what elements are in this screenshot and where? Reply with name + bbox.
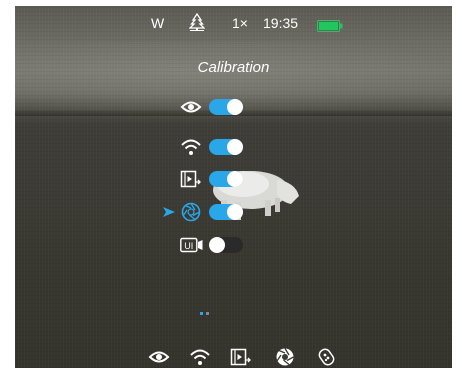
eye-icon [180, 97, 202, 117]
menu-item-video[interactable] [180, 169, 250, 189]
calibration-toggle[interactable] [209, 204, 243, 220]
bottom-status-icons [15, 347, 452, 367]
menu-item-display[interactable] [180, 97, 250, 117]
tree-icon [188, 12, 206, 34]
menu-item-wifi[interactable] [180, 137, 250, 157]
page-dot [206, 312, 209, 315]
video-record-icon [230, 347, 252, 367]
toggle-knob [227, 204, 243, 220]
video-record-icon [180, 169, 202, 189]
ui-camera-icon: UI [180, 235, 203, 255]
toggle-knob [227, 99, 243, 115]
menu-item-ui-recording[interactable]: UI [180, 235, 250, 255]
display-toggle[interactable] [209, 99, 243, 115]
status-bar: W 1× 19:35 [15, 12, 452, 35]
toggle-knob [227, 171, 243, 187]
page-dot-active [200, 312, 203, 315]
mode-indicator: W [151, 15, 165, 31]
toggle-knob [209, 237, 225, 253]
clock: 19:35 [263, 15, 299, 31]
remote-icon [316, 347, 338, 367]
wifi-icon [180, 137, 202, 157]
shutter-icon [274, 347, 296, 367]
battery-icon [317, 19, 343, 35]
selection-arrow-icon [163, 205, 175, 223]
video-toggle[interactable] [209, 171, 243, 187]
wifi-toggle[interactable] [209, 139, 243, 155]
toggle-knob [227, 139, 243, 155]
menu-item-calibration[interactable] [163, 202, 250, 222]
menu-title: Calibration [197, 59, 270, 76]
zoom-indicator: 1× [232, 15, 248, 31]
ui-icon-label: UI [184, 241, 193, 251]
shutter-icon [180, 202, 202, 222]
wifi-icon [189, 347, 211, 367]
viewfinder-screen: W 1× 19:35 Calibration UI [15, 6, 452, 368]
ui-recording-toggle[interactable] [209, 237, 243, 253]
eye-icon [148, 347, 170, 367]
